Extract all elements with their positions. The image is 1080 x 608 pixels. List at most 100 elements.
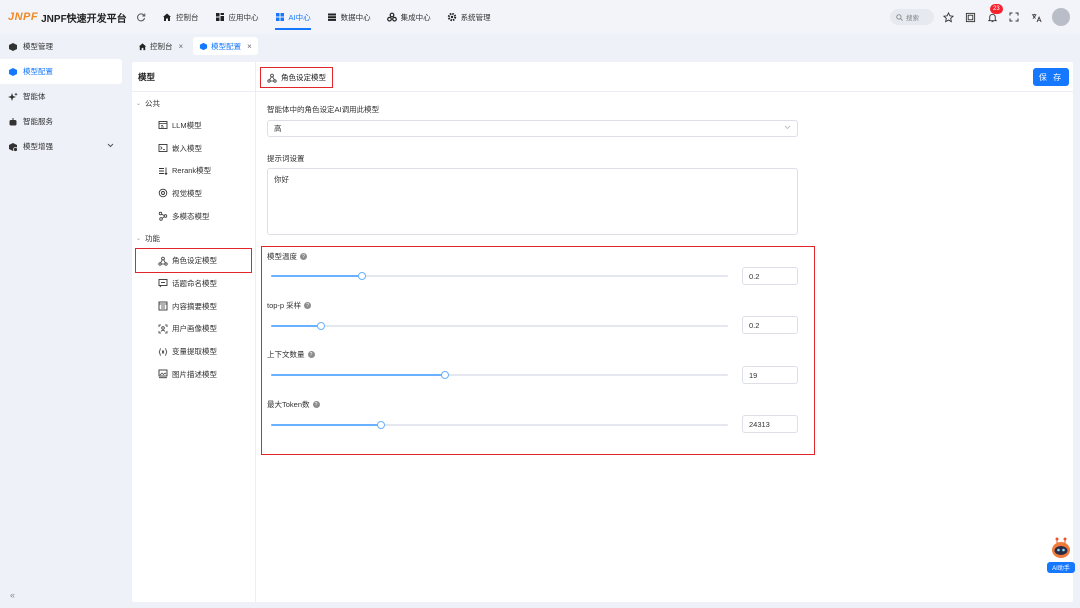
brand-name: JNPF快速开发平台 [41, 13, 127, 25]
top-p-input[interactable]: 0.2 [742, 316, 798, 334]
context-count-slider[interactable] [271, 370, 728, 380]
param-value: 0.2 [749, 271, 760, 281]
tab-label: 控制台 [150, 41, 173, 51]
fullscreen-icon[interactable] [1006, 9, 1022, 25]
nav-system-admin[interactable]: 系统管理 [439, 0, 499, 34]
chevron-down-icon: ⌄ [136, 235, 142, 242]
tree-item-label: LLM模型 [172, 120, 202, 130]
prompt-text: 你好 [274, 175, 289, 184]
temperature-input[interactable]: 0.2 [742, 267, 798, 285]
nav-app-center[interactable]: 应用中心 [207, 0, 267, 34]
top-p-slider[interactable] [271, 321, 728, 331]
slider-track [271, 374, 445, 376]
user-profile-icon [158, 324, 168, 334]
slider-track [271, 424, 381, 426]
search-icon [896, 13, 903, 21]
tree-item-variable-extract[interactable]: 变量提取模型 [132, 340, 255, 363]
refresh-icon[interactable] [134, 10, 148, 24]
ai-assistant-label: AI助手 [1047, 562, 1075, 573]
top-bar: JNPF JNPF快速开发平台 控制台 应用中心 AI中心 数据中心 集成中心 … [0, 0, 1080, 34]
temperature-label: 模型温度 ? [267, 251, 307, 262]
tab-console[interactable]: 控制台 × [132, 37, 189, 55]
tree-group-public[interactable]: ⌄ 公共 [132, 92, 255, 114]
help-icon[interactable]: ? [312, 401, 320, 408]
slider-handle[interactable] [317, 322, 326, 330]
slider-track [271, 325, 322, 327]
notification-badge: 23 [990, 4, 1003, 14]
role-icon [267, 73, 277, 83]
top-right-tools: 搜索 23 [890, 0, 1070, 34]
screenshot-icon[interactable] [962, 9, 978, 25]
max-token-label: 最大Token数 ? [267, 399, 320, 410]
slider-handle[interactable] [376, 421, 385, 429]
tree-item-topic-naming[interactable]: 话题命名模型 [132, 272, 255, 295]
close-icon[interactable]: × [179, 42, 184, 51]
tree-item-rerank[interactable]: Rerank模型 [132, 159, 255, 182]
sort-icon [158, 166, 168, 176]
tab-label: 模型配置 [211, 41, 242, 51]
max-token-input[interactable]: 24313 [742, 415, 798, 433]
tree-title: 模型 [132, 62, 255, 92]
prompt-label: 提示词设置 [267, 154, 305, 163]
ai-assistant-button[interactable]: AI助手 [1046, 536, 1076, 576]
llm-icon [158, 120, 168, 130]
settings-icon [447, 12, 457, 22]
tree-item-image-caption[interactable]: 图片描述模型 [132, 363, 255, 386]
enhance-icon [8, 142, 18, 152]
sidebar-item-model-enhance[interactable]: 模型增强 [0, 134, 126, 159]
model-select[interactable]: 高 [267, 120, 798, 137]
vision-icon [158, 188, 168, 198]
translate-icon[interactable] [1028, 9, 1044, 25]
help-icon[interactable]: ? [307, 351, 315, 358]
tree-item-role-setting[interactable]: 角色设定模型 [135, 248, 252, 274]
sidebar-item-agent[interactable]: 智能体 [0, 84, 126, 109]
sidebar: 模型管理 模型配置 智能体 智能服务 模型增强 « [0, 34, 126, 608]
save-button[interactable]: 保 存 [1033, 68, 1069, 86]
max-token-slider[interactable] [271, 420, 728, 430]
help-icon[interactable]: ? [300, 253, 307, 260]
prompt-textarea[interactable]: 你好 [267, 168, 798, 235]
brand-logo[interactable]: JNPF JNPF快速开发平台 [0, 10, 132, 25]
slider-handle[interactable] [358, 272, 367, 280]
app-icon [215, 12, 225, 22]
tree-item-embedding[interactable]: 嵌入模型 [132, 137, 255, 160]
temperature-slider[interactable] [271, 271, 728, 281]
search-input[interactable]: 搜索 [890, 9, 934, 25]
tree-item-label: 嵌入模型 [172, 143, 202, 153]
nav-label: AI中心 [288, 12, 311, 22]
database-icon [327, 12, 337, 22]
sidebar-item-model-management[interactable]: 模型管理 [0, 34, 126, 59]
model-select-value: 高 [274, 124, 282, 133]
model-icon [8, 42, 18, 52]
star-icon[interactable] [940, 9, 956, 25]
tab-model-config[interactable]: 模型配置 × [193, 37, 258, 55]
tree-item-llm[interactable]: LLM模型 [132, 114, 255, 137]
tree-group-function[interactable]: ⌄ 功能 [132, 227, 255, 249]
bell-icon[interactable]: 23 [984, 4, 1003, 25]
context-count-input[interactable]: 19 [742, 366, 798, 384]
tree-item-content-summary[interactable]: 内容摘要模型 [132, 295, 255, 318]
nav-ai-center[interactable]: AI中心 [267, 0, 319, 34]
chevron-down-icon [107, 143, 114, 148]
nav-data-center[interactable]: 数据中心 [319, 0, 379, 34]
param-value: 24313 [749, 419, 770, 429]
nav-console[interactable]: 控制台 [154, 0, 207, 34]
image-caption-icon [158, 369, 168, 379]
slider-handle[interactable] [440, 371, 449, 379]
collapse-sidebar-button[interactable]: « [10, 590, 15, 600]
param-value: 19 [749, 370, 758, 380]
tree-item-vision[interactable]: 视觉模型 [132, 182, 255, 205]
sidebar-item-model-config[interactable]: 模型配置 [0, 59, 122, 84]
tree-item-multimodal[interactable]: 多模态模型 [132, 205, 255, 228]
tree-item-user-profile[interactable]: 用户画像模型 [132, 318, 255, 341]
logo-mark: JNPF [8, 11, 39, 23]
help-icon[interactable]: ? [304, 302, 312, 309]
nav-integration-center[interactable]: 集成中心 [379, 0, 439, 34]
sidebar-item-smart-service[interactable]: 智能服务 [0, 109, 126, 134]
avatar[interactable] [1052, 8, 1070, 26]
close-icon[interactable]: × [247, 42, 252, 51]
role-icon [158, 256, 168, 266]
top-p-label: top-p 采样 ? [267, 300, 312, 311]
slider-rail [271, 325, 728, 327]
variable-icon [158, 347, 168, 357]
